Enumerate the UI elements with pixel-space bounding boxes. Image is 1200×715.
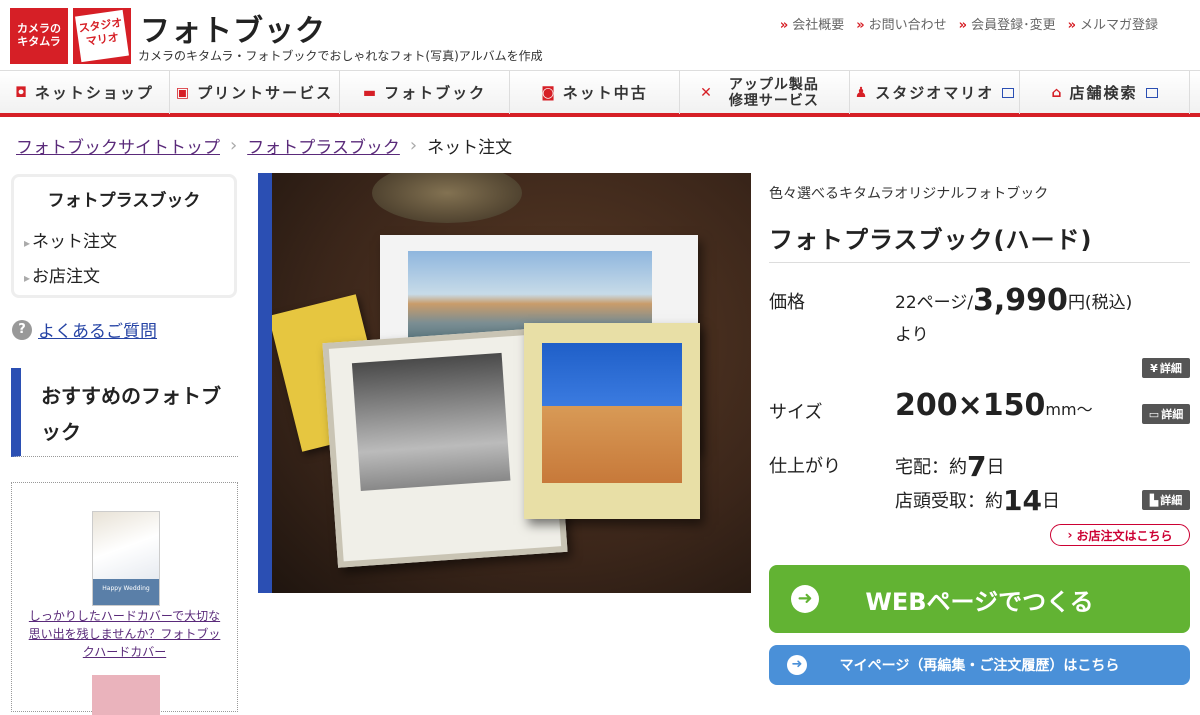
studio-icon: ♟ [854, 84, 870, 101]
size-label: サイズ [769, 402, 823, 423]
sidebar-title: フォトプラスブック [47, 191, 201, 211]
tagline: カメラのキタムラ・フォトブックでおしゃれなフォト(写真)アルバムを作成 [138, 49, 543, 63]
nav-apple-repair[interactable]: ✕ アップル製品 修理サービス [680, 71, 850, 114]
price-label: 価格 [769, 292, 805, 313]
camera-icon: ◘ [15, 84, 29, 101]
member-link[interactable]: 会員登録･変更 [959, 14, 1056, 33]
yen-icon: ¥ [1150, 361, 1158, 375]
web-create-button[interactable]: ➜ WEBページでつくる [769, 565, 1190, 633]
faq-link-row: ? よくあるご質問 [12, 317, 157, 342]
price-value: 22ページ/3,990円(税込) より [895, 283, 1133, 346]
chevron-right-icon: › [230, 135, 238, 156]
nav-photobook[interactable]: ▬ フォトブック [340, 71, 510, 114]
faq-link[interactable]: よくあるご質問 [38, 317, 157, 342]
site-title: フォトブック [140, 14, 326, 49]
external-icon [1002, 87, 1015, 98]
nav-netshop[interactable]: ◘ ネットショップ [0, 71, 170, 114]
size-detail-button[interactable]: ▭ 詳細 [1142, 404, 1190, 424]
crumb-top[interactable]: フォトブックサイトトップ [16, 133, 220, 158]
used-icon: ◙ [541, 84, 557, 101]
nav-studio[interactable]: ♟ スタジオマリオ [850, 71, 1020, 114]
finish-detail-button[interactable]: ▙ 詳細 [1142, 490, 1190, 510]
chevron-right-icon: › [409, 135, 418, 156]
nav-print[interactable]: ▣ プリントサービス [170, 71, 340, 114]
arrow-right-icon: ➜ [787, 655, 807, 675]
tools-icon: ✕ [700, 84, 713, 101]
question-icon: ? [12, 319, 32, 340]
home-icon: ⌂ [1051, 84, 1064, 101]
arrow-right-icon: ➜ [791, 585, 819, 613]
price-detail-button[interactable]: ¥ 詳細 [1142, 358, 1190, 378]
delivery-time: 宅配：約7日 [895, 450, 1005, 483]
recommend-thumbnail-2[interactable] [92, 675, 160, 715]
top-links: 会社概要 お問い合わせ 会員登録･変更 メルマガ登録 [780, 14, 1158, 33]
recommend-box: Happy Wedding しっかりしたハードカバーで大切な思い出を残しませんか… [11, 482, 238, 715]
product-subhead: 色々選べるキタムラオリジナルフォトブック [769, 186, 1049, 202]
external-icon [1145, 87, 1158, 98]
nav-store-search[interactable]: ⌂ 店舗検索 [1020, 71, 1190, 114]
chevron-right-icon: › [1067, 528, 1073, 542]
nav-used[interactable]: ◙ ネット中古 [510, 71, 680, 114]
sidebar-item-store-order[interactable]: お店注文 [24, 262, 234, 287]
breadcrumb: フォトブックサイトトップ › フォトプラスブック › ネット注文 [16, 133, 512, 158]
sidebar-menu: フォトプラスブック ネット注文 お店注文 [11, 174, 237, 298]
store-order-button[interactable]: › お店注文はこちら [1050, 524, 1190, 546]
studio-mario-logo[interactable]: スタジオマリオ [73, 8, 131, 64]
main-nav: ◘ ネットショップ ▣ プリントサービス ▬ フォトブック ◙ ネット中古 ✕ アップル製… [0, 70, 1200, 117]
frame-icon: ▭ [1148, 407, 1160, 421]
print-icon: ▣ [175, 84, 192, 101]
crumb-photoplus[interactable]: フォトプラスブック [247, 133, 400, 158]
mypage-button[interactable]: ➜ マイページ（再編集・ご注文履歴）はこちら [769, 645, 1190, 685]
newsletter-link[interactable]: メルマガ登録 [1068, 14, 1158, 33]
company-link[interactable]: 会社概要 [780, 14, 844, 33]
size-value: 200×150mm～ [895, 388, 1093, 423]
header: カメラのキタムラ スタジオマリオ フォトブック カメラのキタムラ・フォトブックで… [0, 0, 1200, 70]
recommend-caption-link[interactable]: しっかりしたハードカバーで大切な思い出を残しませんか？フォトブックハードカバー [12, 607, 237, 661]
square-book [524, 323, 700, 519]
store-pickup-time: 店頭受取：約14日 [895, 484, 1060, 517]
product-title: フォトプラスブック(ハード) [769, 226, 1093, 254]
product-hero-image [258, 173, 751, 593]
finish-label: 仕上がり [769, 456, 841, 477]
hardcover-thumbnail[interactable]: Happy Wedding [92, 511, 160, 606]
kitamura-logo[interactable]: カメラのキタムラ [10, 8, 68, 64]
crumb-current: ネット注文 [427, 138, 513, 158]
shop-icon: ▙ [1149, 493, 1159, 507]
recommend-heading: おすすめのフォトブック [11, 368, 238, 457]
contact-link[interactable]: お問い合わせ [856, 14, 947, 33]
book-icon: ▬ [362, 84, 379, 101]
sidebar-item-net-order[interactable]: ネット注文 [24, 227, 234, 252]
